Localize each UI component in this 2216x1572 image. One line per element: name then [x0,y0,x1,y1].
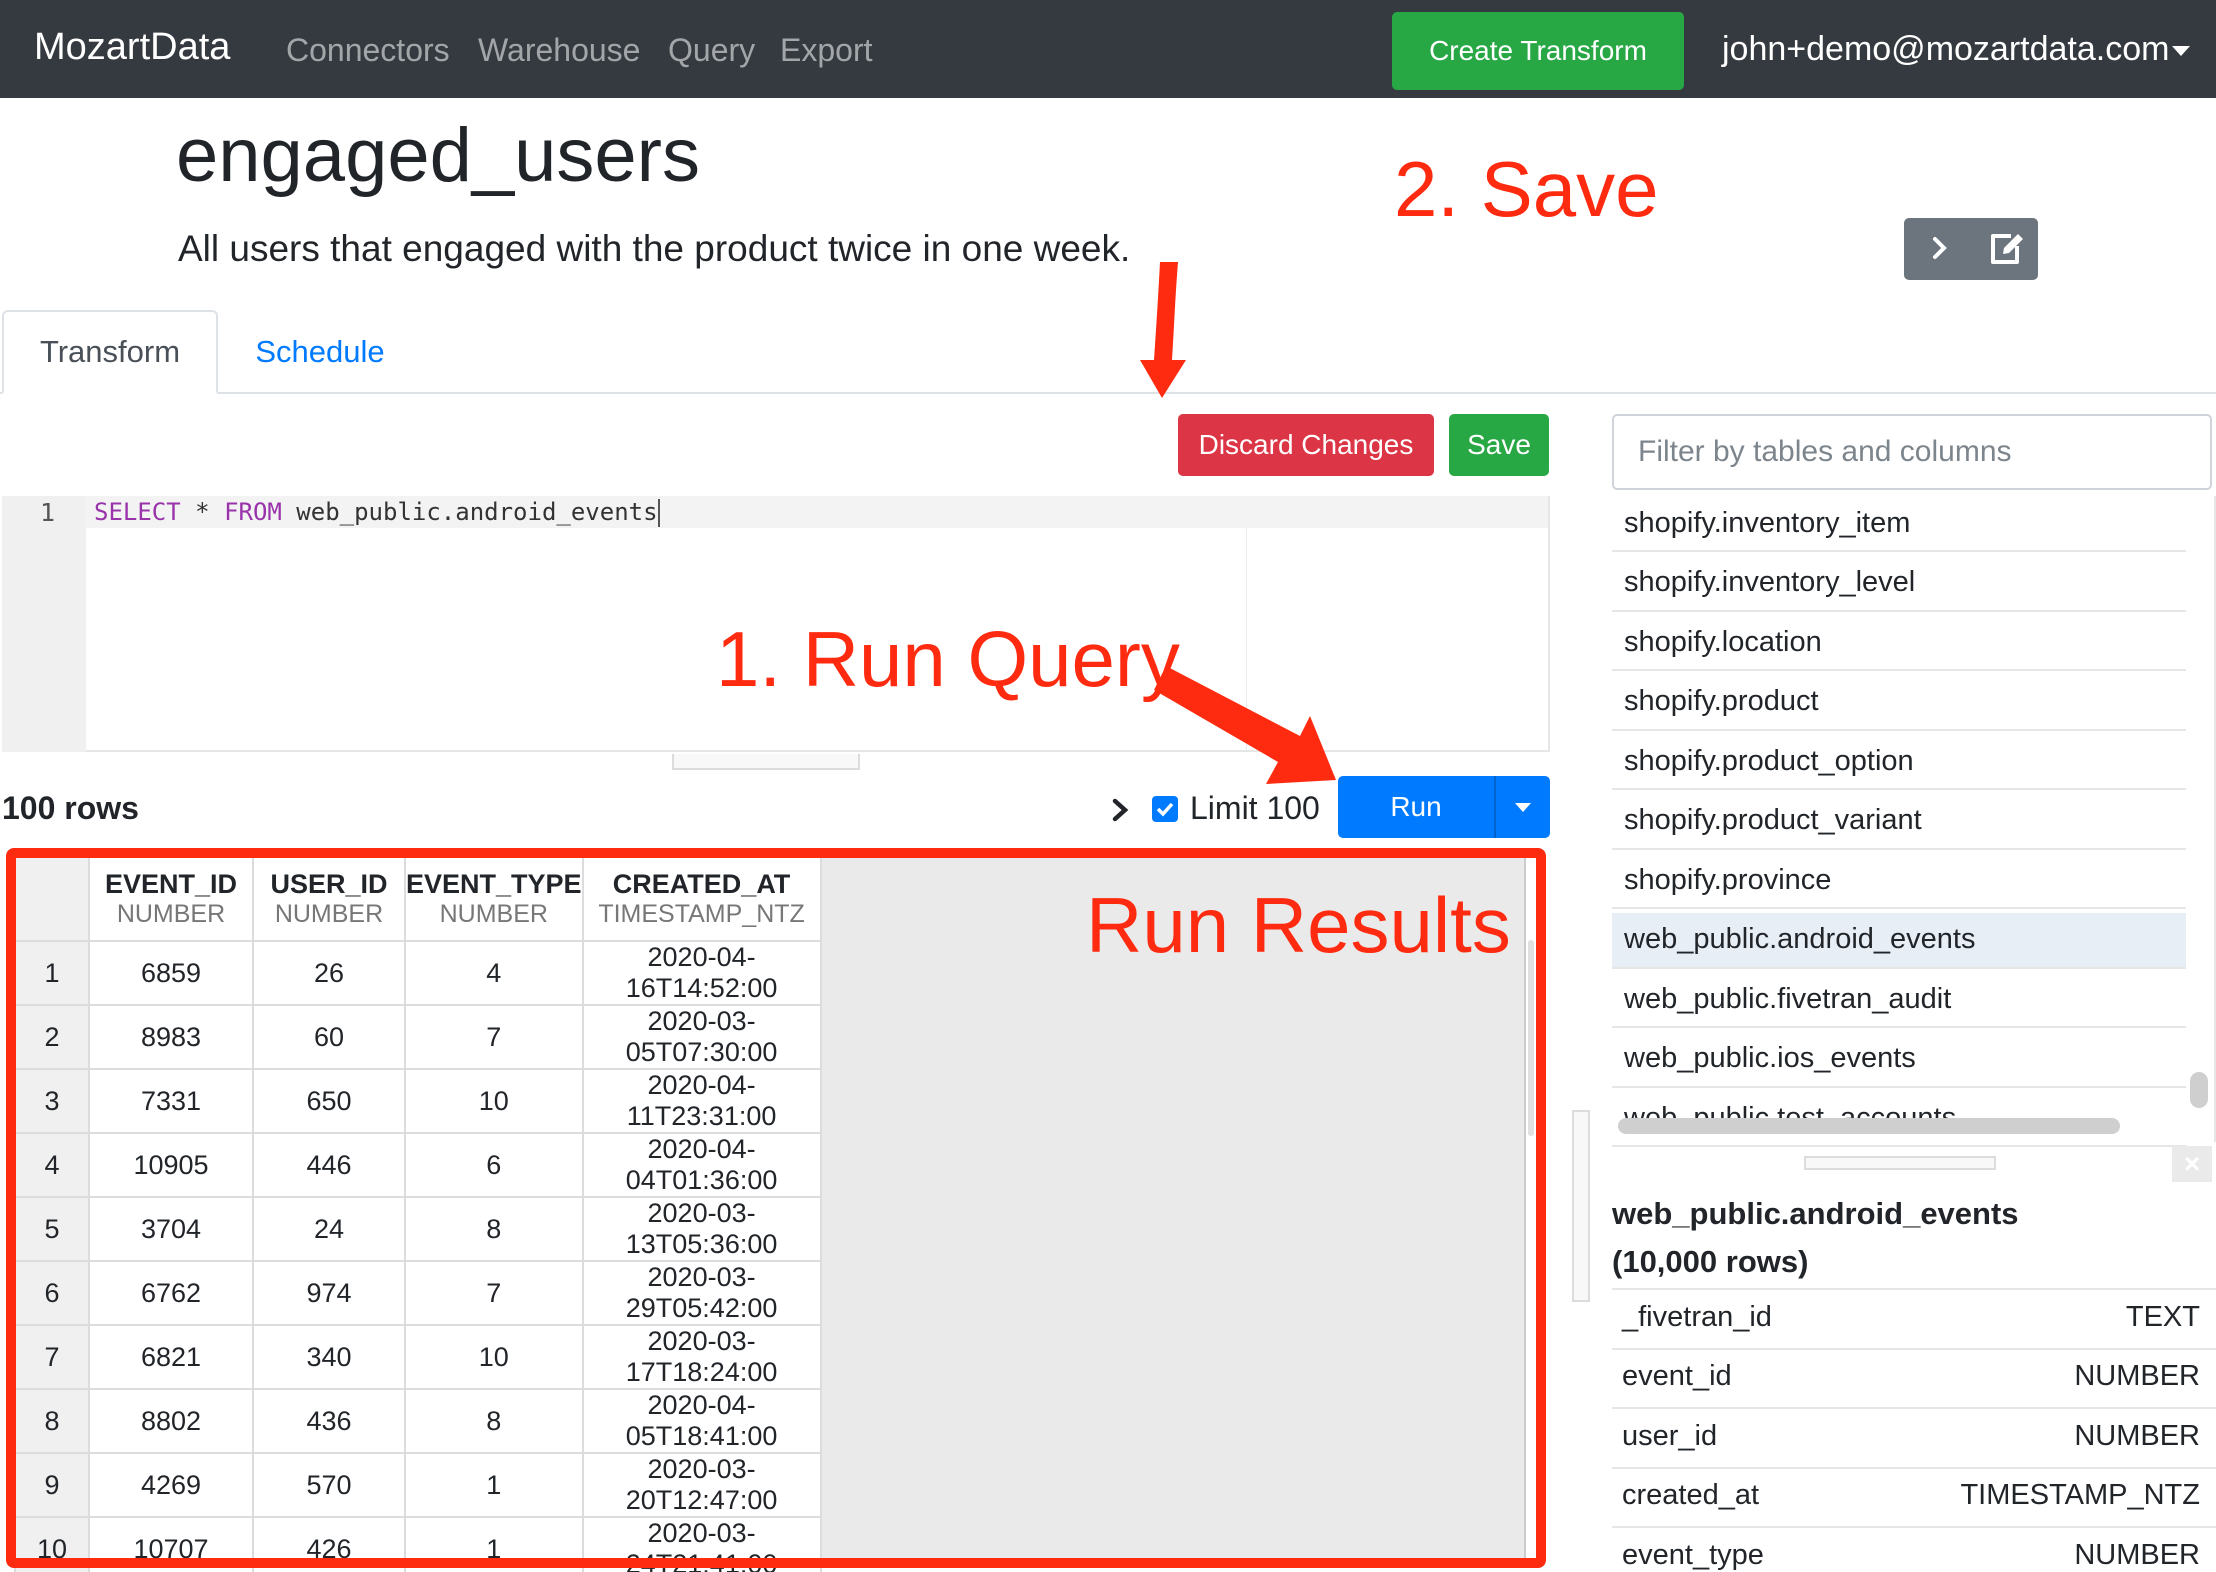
page-description: All users that engaged with the product … [178,228,1131,269]
table-list-item[interactable]: web_public.android_events [1612,912,2186,969]
nav-link-export[interactable]: Export [780,32,872,69]
column-list-type: NUMBER [2074,1360,2200,1392]
print-margin [1246,528,1247,750]
table-detail-name: web_public.android_events [1612,1196,2019,1231]
table-list-item[interactable]: shopify.location [1612,615,2186,671]
column-list-name: _fivetran_id [1622,1300,1772,1333]
line-number: 1 [40,498,56,527]
table-list-item[interactable]: shopify.product [1612,675,2186,731]
sql-code-line[interactable]: SELECT * FROM web_public.android_events [94,498,660,527]
save-button[interactable]: Save [1449,414,1549,476]
text-cursor [657,499,660,527]
caret-down-icon [1515,802,1531,812]
column-list-name: event_id [1622,1360,1732,1392]
table-list-item[interactable]: web_public.fivetran_audit [1612,972,2186,1028]
sql-star: * [180,498,225,526]
table-list-horizontal-scrollbar[interactable] [1618,1118,2120,1134]
column-list-type: TIMESTAMP_NTZ [1960,1479,2200,1511]
panel-vertical-resize-handle[interactable] [1572,1110,1590,1302]
tab-schedule[interactable]: Schedule [218,310,422,394]
column-list-name: created_at [1622,1479,1760,1511]
table-list-item[interactable]: shopify.inventory_item [1612,496,2186,552]
chevron-right-icon [1933,237,1947,259]
results-highlight-outline [6,848,1546,1568]
edit-button[interactable] [1984,224,2030,272]
edit-icon [1991,234,2023,264]
page-title: engaged_users [176,113,700,198]
run-dropdown-button[interactable] [1494,776,1550,838]
editor-gutter [2,496,86,752]
table-list-item[interactable]: web_public.ios_events [1612,1032,2186,1088]
check-icon [1156,802,1174,817]
limit-checkbox[interactable] [1152,796,1178,822]
nav-link-query[interactable]: Query [668,32,755,69]
caret-down-icon[interactable] [2172,46,2190,56]
table-detail-title: web_public.android_events (10,000 rows) [1612,1190,2212,1286]
column-list-type: TEXT [2125,1300,2200,1333]
table-list-vertical-scrollbar[interactable] [2190,1072,2208,1108]
column-list-name: user_id [1622,1419,1718,1452]
table-list-item[interactable]: shopify.inventory_level [1612,556,2186,612]
table-detail-rows: (10,000 rows) [1612,1244,1809,1279]
table-list-item[interactable]: shopify.province [1612,853,2186,909]
annotation-save: 2. Save [1394,145,1659,233]
column-list-item[interactable]: event_type NUMBER [1612,1526,2216,1572]
column-list-item[interactable]: event_id NUMBER [1612,1347,2216,1404]
column-list-type: NUMBER [2074,1419,2200,1452]
expand-button[interactable] [1920,226,1960,270]
sql-keyword-select: SELECT [94,498,181,526]
filter-tables-input[interactable] [1612,414,2212,490]
table-list-item[interactable]: shopify.product_variant [1612,794,2186,850]
table-list-item[interactable]: shopify.product_option [1612,734,2186,790]
column-list-name: event_type [1622,1538,1764,1571]
rows-count: 100 rows [2,790,139,826]
annotation-run-query: 1. Run Query [716,615,1180,703]
discard-changes-button[interactable]: Discard Changes [1178,414,1434,476]
limit-label: Limit 100 [1190,790,1320,826]
tab-transform[interactable]: Transform [2,310,218,394]
sql-keyword-from: FROM [224,498,282,526]
sql-table-name: web_public.android_events [281,498,658,526]
brand-logo[interactable]: MozartData [34,26,230,69]
create-transform-button[interactable]: Create Transform [1392,12,1684,90]
close-icon[interactable]: × [2172,1146,2212,1182]
panel-resize-handle[interactable] [1804,1156,1996,1170]
column-list-item[interactable]: user_id NUMBER [1612,1407,2216,1463]
column-list-type: NUMBER [2074,1538,2200,1571]
nav-link-warehouse[interactable]: Warehouse [478,32,640,69]
nav-link-connectors[interactable]: Connectors [286,32,450,69]
column-list-item[interactable]: created_at TIMESTAMP_NTZ [1612,1466,2216,1523]
expand-options-button[interactable] [1106,792,1136,828]
user-menu[interactable]: john+demo@mozartdata.com [1722,30,2169,69]
chevron-right-icon [1112,798,1129,822]
column-list-item[interactable]: _fivetran_id TEXT [1612,1288,2216,1344]
run-button[interactable]: Run [1338,776,1494,838]
editor-resize-handle[interactable] [672,754,860,770]
